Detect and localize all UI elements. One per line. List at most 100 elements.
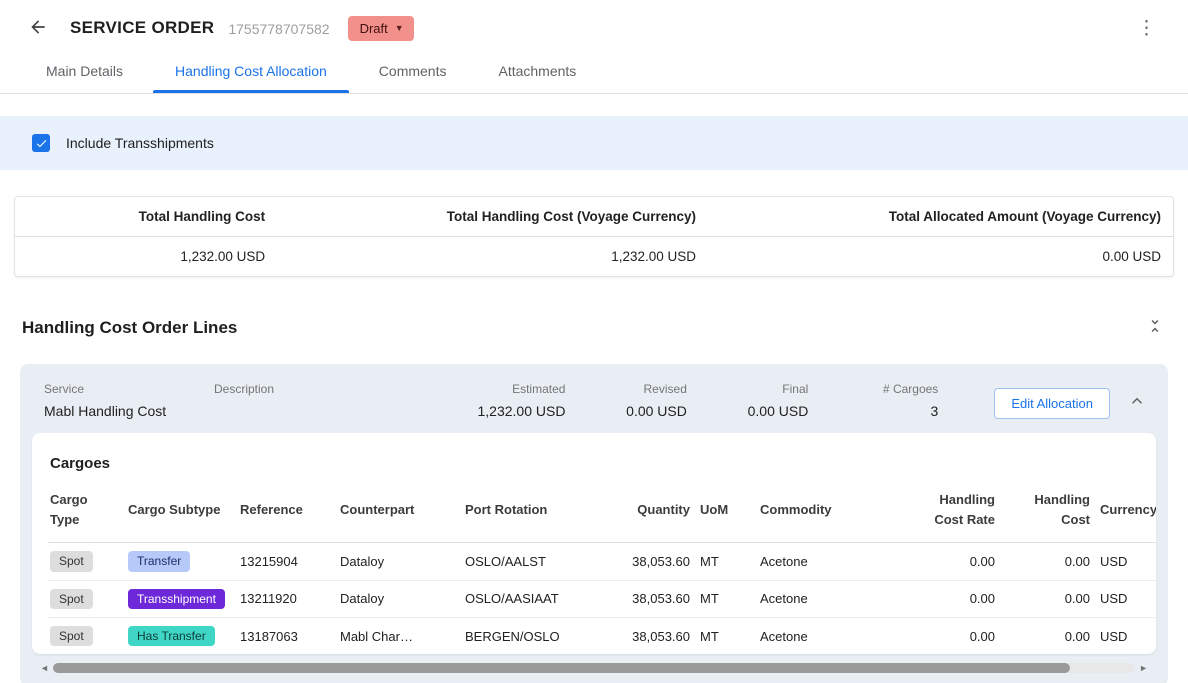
cell-counterpart: Dataloy [338, 543, 463, 580]
scroll-left-button[interactable]: ◄ [36, 662, 53, 674]
col-handling-cost-rate: Handling Cost Rate [908, 476, 1003, 543]
cell-cargo-type: Spot [48, 618, 126, 655]
cell-reference: 13215904 [238, 543, 338, 580]
col-reference: Reference [238, 476, 338, 543]
cell-reference: 13211920 [238, 580, 338, 617]
table-row[interactable]: Spot Transshipment 13211920 Dataloy OSLO… [48, 580, 1156, 617]
kebab-menu-button[interactable]: ⋮ [1129, 15, 1164, 42]
scroll-right-button[interactable]: ► [1135, 662, 1152, 674]
cell-uom: MT [698, 618, 758, 655]
include-transshipments-checkbox[interactable] [32, 134, 50, 152]
field-service-value: Mabl Handling Cost [44, 403, 214, 419]
total-handling-cost-label: Total Handling Cost [27, 205, 265, 228]
scrollbar-track[interactable] [53, 663, 1135, 673]
cargoes-card: Cargoes Cargo Type Cargo Subtype Referen… [32, 433, 1156, 654]
col-commodity: Commodity [758, 476, 908, 543]
unfold-less-icon [1146, 317, 1164, 338]
cargoes-table-viewport: Cargo Type Cargo Subtype Reference Count… [48, 476, 1156, 654]
cargo-subtype-chip: Transfer [128, 551, 190, 571]
back-button[interactable] [24, 14, 52, 42]
cargoes-title: Cargoes [48, 449, 1156, 476]
order-lines-section-title: Handling Cost Order Lines [22, 318, 237, 338]
field-estimated-label: Estimated [444, 382, 565, 396]
title-row: SERVICE ORDER 1755778707582 Draft ▼ ⋮ [0, 0, 1188, 50]
cell-commodity: Acetone [758, 618, 908, 655]
cell-handling-cost: 0.00 [1003, 543, 1098, 580]
table-row[interactable]: Spot Has Transfer 13187063 Mabl Char… BE… [48, 618, 1156, 655]
status-label: Draft [360, 21, 388, 36]
cell-currency: USD [1098, 543, 1156, 580]
field-estimated-value: 1,232.00 USD [444, 403, 565, 419]
include-transshipments-banner: Include Transshipments [0, 116, 1188, 170]
col-port-rotation: Port Rotation [463, 476, 603, 543]
order-line-card: Service Mabl Handling Cost Description E… [20, 364, 1168, 683]
cargo-subtype-chip: Transshipment [128, 589, 225, 609]
field-revised: Revised 0.00 USD [565, 382, 686, 419]
col-quantity: Quantity [603, 476, 698, 543]
field-final-label: Final [687, 382, 808, 396]
cargo-subtype-chip: Has Transfer [128, 626, 215, 646]
collapse-all-button[interactable] [1144, 315, 1166, 340]
cell-cargo-subtype: Transfer [126, 543, 238, 580]
scroll-left-icon: ◄ [40, 663, 49, 673]
dropdown-caret-icon: ▼ [395, 23, 404, 33]
collapse-line-button[interactable] [1126, 390, 1148, 415]
field-description: Description [214, 382, 444, 419]
table-row[interactable]: Spot Transfer 13215904 Dataloy OSLO/AALS… [48, 543, 1156, 580]
col-currency: Currency [1098, 476, 1156, 543]
cell-port-rotation: BERGEN/OSLO [463, 618, 603, 655]
cell-cargo-type: Spot [48, 543, 126, 580]
check-icon [35, 137, 48, 150]
tab-main-details[interactable]: Main Details [24, 50, 145, 93]
col-cargo-type: Cargo Type [48, 476, 126, 543]
total-handling-cost-voyage-value: 1,232.00 USD [265, 245, 696, 268]
col-counterpart: Counterpart [338, 476, 463, 543]
field-final: Final 0.00 USD [687, 382, 808, 419]
cell-counterpart: Mabl Char… [338, 618, 463, 655]
cell-quantity: 38,053.60 [603, 580, 698, 617]
field-description-label: Description [214, 382, 444, 396]
cell-reference: 13187063 [238, 618, 338, 655]
field-service: Service Mabl Handling Cost [44, 382, 214, 419]
scrollbar-thumb[interactable] [53, 663, 1070, 673]
cell-uom: MT [698, 580, 758, 617]
field-description-value [214, 403, 444, 419]
field-revised-value: 0.00 USD [565, 403, 686, 419]
edit-allocation-button[interactable]: Edit Allocation [994, 388, 1110, 419]
cargo-type-chip: Spot [50, 551, 93, 571]
cell-counterpart: Dataloy [338, 580, 463, 617]
cell-cargo-type: Spot [48, 580, 126, 617]
cell-quantity: 38,053.60 [603, 543, 698, 580]
status-badge-dropdown[interactable]: Draft ▼ [348, 16, 414, 41]
field-final-value: 0.00 USD [687, 403, 808, 419]
cell-handling-cost: 0.00 [1003, 618, 1098, 655]
cargoes-table: Cargo Type Cargo Subtype Reference Count… [48, 476, 1156, 654]
field-estimated: Estimated 1,232.00 USD [444, 382, 565, 419]
order-line-header: Service Mabl Handling Cost Description E… [32, 376, 1156, 433]
horizontal-scrollbar: ◄ ► [36, 662, 1152, 674]
tab-comments[interactable]: Comments [357, 50, 469, 93]
tab-attachments[interactable]: Attachments [476, 50, 598, 93]
field-revised-label: Revised [565, 382, 686, 396]
cell-port-rotation: OSLO/AALST [463, 543, 603, 580]
cell-cargo-subtype: Transshipment [126, 580, 238, 617]
cargo-type-chip: Spot [50, 589, 93, 609]
cell-handling-cost-rate: 0.00 [908, 580, 1003, 617]
total-handling-cost-value: 1,232.00 USD [27, 245, 265, 268]
totals-card: Total Handling Cost Total Handling Cost … [14, 196, 1174, 277]
cell-cargo-subtype: Has Transfer [126, 618, 238, 655]
tab-handling-cost-allocation[interactable]: Handling Cost Allocation [153, 50, 349, 93]
page-title: SERVICE ORDER [70, 18, 214, 38]
col-cargo-subtype: Cargo Subtype [126, 476, 238, 543]
order-lines-section-head: Handling Cost Order Lines [22, 315, 1166, 340]
totals-values-row: 1,232.00 USD 1,232.00 USD 0.00 USD [15, 237, 1173, 276]
field-service-label: Service [44, 382, 214, 396]
cell-handling-cost-rate: 0.00 [908, 543, 1003, 580]
cell-port-rotation: OSLO/AASIAAT [463, 580, 603, 617]
col-handling-cost: Handling Cost [1003, 476, 1098, 543]
app-header: SERVICE ORDER 1755778707582 Draft ▼ ⋮ Ma… [0, 0, 1188, 94]
order-number: 1755778707582 [228, 21, 329, 37]
field-num-cargoes-value: 3 [808, 403, 938, 419]
col-uom: UoM [698, 476, 758, 543]
table-header-row: Cargo Type Cargo Subtype Reference Count… [48, 476, 1156, 543]
